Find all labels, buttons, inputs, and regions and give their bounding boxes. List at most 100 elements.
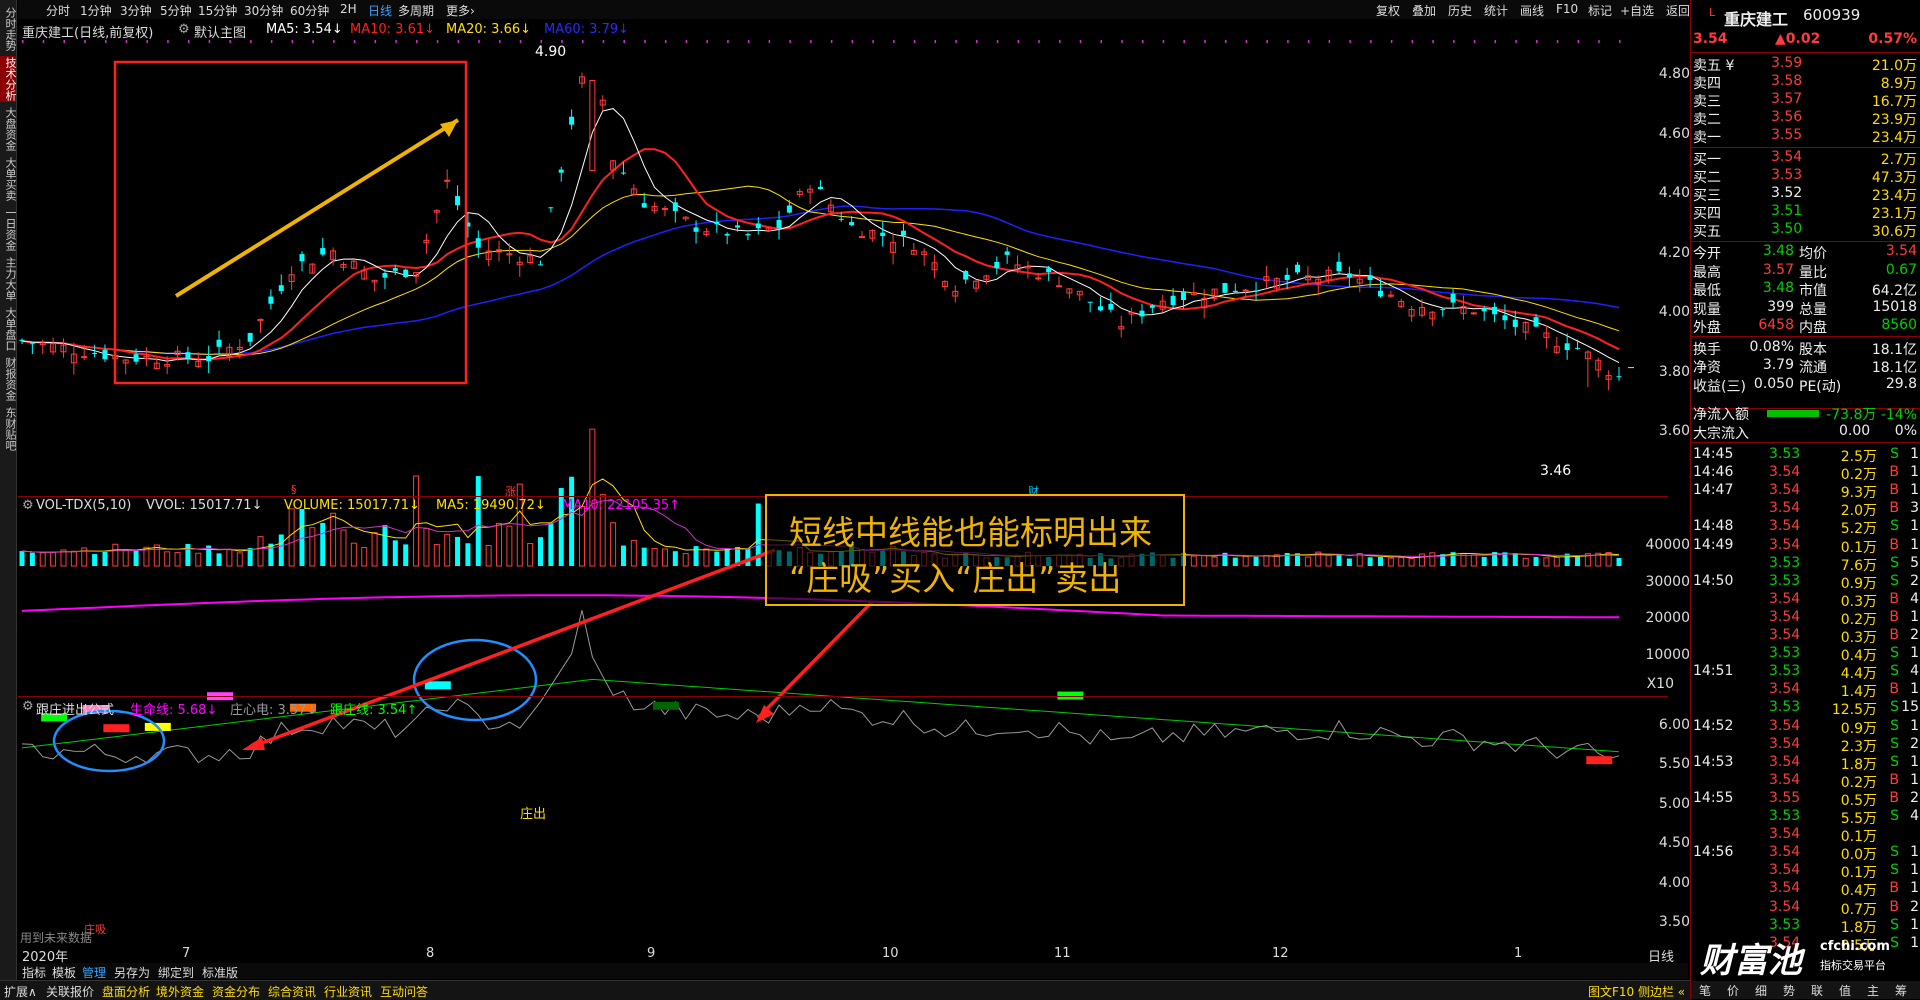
detail-tab-2[interactable]: 细 (1755, 982, 1767, 999)
detail-tab-0[interactable]: 笔 (1699, 982, 1711, 999)
tab-standard[interactable]: 标准版 (202, 964, 238, 981)
candle-body (1097, 306, 1103, 311)
period-5min[interactable]: 5分钟 (160, 2, 192, 19)
tick-volume: 9.3万 (1840, 485, 1877, 502)
top-tick-mark (1349, 40, 1351, 43)
bottom-news[interactable]: 综合资讯 (268, 983, 316, 1000)
candle-body (403, 269, 409, 278)
detail-tab-6[interactable]: 主 (1867, 982, 1879, 999)
detail-tab-5[interactable]: 值 (1839, 982, 1851, 999)
bottom-foreign-fund[interactable]: 境外资金 (156, 983, 204, 1000)
tick-time: 14:55 (1693, 789, 1734, 806)
tool-overlay[interactable]: 叠加 (1412, 2, 1436, 19)
stat-row: 最低 3.48 市值 64.2亿 (1691, 280, 1920, 299)
volume-bar (724, 548, 730, 566)
candle-body (714, 221, 720, 225)
stock-code: 600939 (1803, 6, 1861, 24)
tool-f10[interactable]: F10 (1556, 2, 1578, 16)
tool-add-watch[interactable]: +自选 (1620, 2, 1654, 19)
period-multi[interactable]: 多周期 (398, 2, 434, 19)
period-daily[interactable]: 日线 (368, 2, 392, 19)
tab-big-handicap[interactable]: 大单盘口 (0, 306, 17, 352)
stat-value: 6458 (1758, 317, 1794, 333)
tab-technical[interactable]: 技术分析 (0, 56, 17, 102)
tool-history[interactable]: 历史 (1448, 2, 1472, 19)
bid-price: 3.54 (1771, 149, 1803, 165)
expand-button[interactable]: 扩展∧ (4, 983, 37, 1000)
period-3min[interactable]: 3分钟 (120, 2, 152, 19)
tick-volume: 0.4万 (1840, 648, 1877, 665)
tab-timeshare[interactable]: 分时走势 (0, 6, 17, 52)
tick-row: 14:47 3.54 9.3万 B 1 (1691, 482, 1920, 502)
period-15min[interactable]: 15分钟 (198, 2, 237, 19)
watermark-logo: 财富池 cfchi.com 指标交易平台 (1700, 933, 1920, 981)
tab-day-fund[interactable]: 一日资金 (0, 206, 17, 252)
tick-count: 2 (1910, 572, 1919, 589)
detail-tab-3[interactable]: 势 (1783, 982, 1795, 999)
tool-fuquan[interactable]: 复权 (1376, 2, 1400, 19)
tick-side: B (1889, 608, 1899, 625)
tool-draw[interactable]: 画线 (1520, 2, 1544, 19)
candle-body (589, 79, 596, 171)
tab-bind[interactable]: 绑定到 (158, 964, 194, 981)
ma20-line (21, 185, 1620, 355)
period-2h[interactable]: 2H (340, 2, 357, 16)
main-price-panel (19, 40, 1634, 391)
tick-volume: 0.2万 (1840, 774, 1877, 791)
tool-stats[interactable]: 统计 (1484, 2, 1508, 19)
tab-market-fund[interactable]: 大盘资金 (0, 106, 17, 152)
tab-report-fund[interactable]: 财报资金 (0, 356, 17, 402)
top-tick-mark (1598, 40, 1600, 43)
sidebar-toggle[interactable]: 图文F10 侧边栏 « (1588, 983, 1685, 1000)
stat-label: PE(动) (1799, 378, 1842, 395)
tick-time: 14:56 (1693, 844, 1734, 861)
gear-icon[interactable]: ⚙ (22, 699, 34, 714)
divider (1691, 147, 1920, 148)
bottom-market-analysis[interactable]: 盘面分析 (102, 983, 150, 1000)
period-30min[interactable]: 30分钟 (244, 2, 283, 19)
tab-save-as[interactable]: 另存为 (114, 964, 150, 981)
tab-forum[interactable]: 东财贴吧 (0, 406, 17, 452)
tool-mark[interactable]: 标记 (1588, 2, 1612, 19)
bottom-fund-dist[interactable]: 资金分布 (212, 983, 260, 1000)
tab-manage[interactable]: 管理 (82, 964, 106, 981)
detail-tab-7[interactable]: 筹 (1895, 982, 1907, 999)
tab-template[interactable]: 模板 (52, 964, 76, 981)
top-tick-mark (1017, 40, 1020, 43)
tick-row: 3.54 0.2万 B 1 (1691, 772, 1920, 791)
period-1min[interactable]: 1分钟 (80, 2, 112, 19)
period-60min[interactable]: 60分钟 (290, 2, 329, 19)
ind-indicator-name[interactable]: 跟庄进出公式 (36, 699, 114, 718)
tick-volume: 12.5万 (1831, 702, 1877, 719)
volume-bar (403, 544, 409, 566)
gear-icon[interactable]: ⚙ (178, 22, 190, 37)
tick-row: 14:45 3.53 2.5万 S 1 (1691, 446, 1920, 465)
top-tick-mark (125, 40, 128, 43)
tick-count: 15 (1901, 699, 1919, 716)
tick-row: 3.53 12.5万 S 15 (1691, 699, 1920, 719)
tool-back[interactable]: 返回 (1666, 2, 1690, 19)
tab-big-order[interactable]: 大单买卖 (0, 156, 17, 202)
bottom-industry-news[interactable]: 行业资讯 (324, 983, 372, 1000)
y-tick: 4.60 (1658, 126, 1690, 142)
detail-tab-1[interactable]: 价 (1727, 982, 1739, 999)
top-tick-mark (1494, 40, 1497, 43)
candle-body (818, 186, 823, 190)
tick-side: S (1890, 645, 1899, 662)
last-price: 3.54 (1693, 31, 1728, 47)
top-tick-mark (1183, 40, 1185, 43)
tick-volume: 0.7万 (1840, 901, 1877, 918)
gear-icon[interactable]: ⚙ (22, 498, 34, 513)
top-tick-mark (374, 40, 377, 43)
tab-main-big[interactable]: 主力大单 (0, 256, 17, 302)
tab-indicator[interactable]: 指标 (22, 964, 46, 981)
period-more[interactable]: 更多› (446, 2, 475, 19)
period-timeshare[interactable]: 分时 (46, 2, 70, 19)
bottom-qa[interactable]: 互动问答 (380, 983, 428, 1000)
tick-price: 3.54 (1769, 590, 1801, 607)
candle-body (1056, 285, 1063, 288)
bottom-related-quote[interactable]: 关联报价 (46, 983, 94, 1000)
future-data-note: 用到未来数据 (20, 931, 93, 945)
vol-indicator-name[interactable]: VOL-TDX(5,10) (36, 498, 131, 513)
detail-tab-4[interactable]: 联 (1811, 982, 1823, 999)
